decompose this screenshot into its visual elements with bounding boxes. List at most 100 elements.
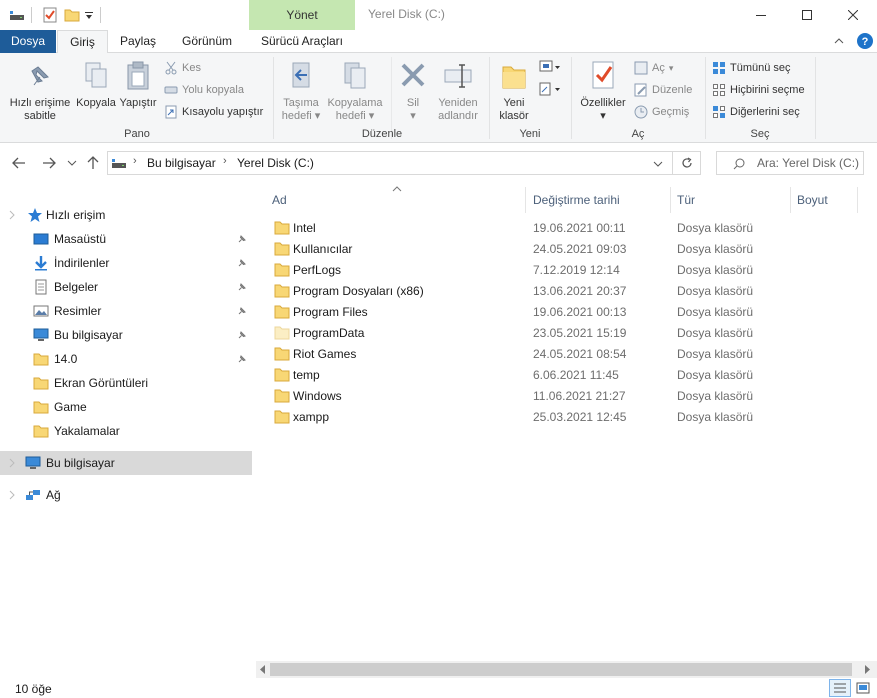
copy-path-button[interactable]: Yolu kopyala <box>164 81 244 99</box>
customize-dropdown-icon[interactable] <box>84 7 94 23</box>
nav-desktop[interactable]: Masaüstü <box>0 227 252 251</box>
open-button[interactable]: Aç ▾ <box>634 59 673 77</box>
horizontal-scrollbar[interactable] <box>256 661 877 678</box>
pin-icon[interactable] <box>237 306 247 316</box>
tab-drive-tools[interactable]: Sürücü Araçları <box>250 30 354 53</box>
drive-icon[interactable] <box>9 7 25 23</box>
file-row[interactable]: Program Dosyaları (x86) 13.06.2021 20:37… <box>252 281 852 302</box>
refresh-button[interactable] <box>673 151 701 175</box>
rename-icon <box>444 64 472 88</box>
large-icons-view-button[interactable] <box>853 679 873 697</box>
nav-this-pc-pinned[interactable]: Bu bilgisayar <box>0 323 252 347</box>
details-view-button[interactable] <box>829 679 851 697</box>
properties-button[interactable]: Özellikler ▾ <box>576 59 630 123</box>
pin-icon[interactable] <box>237 234 247 244</box>
tab-file[interactable]: Dosya <box>0 30 56 53</box>
delete-button[interactable]: Sil ▾ <box>396 59 430 123</box>
folder-icon <box>274 347 290 361</box>
history-button[interactable]: Geçmiş <box>634 103 689 121</box>
address-bar[interactable]: › Bu bilgisayar › Yerel Disk (C:) <box>107 151 673 175</box>
column-separator[interactable] <box>525 187 526 213</box>
expand-chevron-icon[interactable] <box>8 207 16 223</box>
scrollbar-thumb[interactable] <box>270 663 852 676</box>
nav-label: Game <box>54 400 87 414</box>
file-row[interactable]: Program Files 19.06.2021 00:13 Dosya kla… <box>252 302 852 323</box>
nav-folder-captures[interactable]: Yakalamalar <box>0 419 252 443</box>
file-row[interactable]: Windows 11.06.2021 21:27 Dosya klasörü <box>252 386 852 407</box>
nav-network[interactable]: Ağ <box>0 483 252 507</box>
edit-button[interactable]: Düzenle <box>634 81 692 99</box>
nav-pictures[interactable]: Resimler <box>0 299 252 323</box>
column-separator[interactable] <box>670 187 671 213</box>
expand-chevron-icon[interactable] <box>8 487 16 503</box>
forward-arrow-icon[interactable] <box>42 157 56 169</box>
cut-button[interactable]: Kes <box>164 59 201 77</box>
breadcrumb-separator-icon[interactable]: › <box>133 155 137 167</box>
manage-context-tab[interactable]: Yönet <box>249 0 355 30</box>
nav-label: Belgeler <box>54 280 99 294</box>
up-arrow-icon[interactable] <box>87 156 99 170</box>
pin-icon[interactable] <box>237 354 247 364</box>
easy-access-icon[interactable] <box>538 81 562 97</box>
close-button[interactable] <box>830 0 876 30</box>
copy-button[interactable]: Kopyala <box>75 59 117 110</box>
maximize-button[interactable] <box>784 0 830 30</box>
move-to-button[interactable]: Taşıma hedefi ▾ <box>278 59 324 123</box>
nav-folder-screenshots[interactable]: Ekran Görüntüleri <box>0 371 252 395</box>
column-header-date[interactable]: Değiştirme tarihi <box>533 193 620 207</box>
minimize-button[interactable] <box>738 0 784 30</box>
nav-quick-access[interactable]: Hızlı erişim <box>0 203 252 227</box>
pin-icon[interactable] <box>237 282 247 292</box>
file-row[interactable]: Kullanıcılar 24.05.2021 09:03 Dosya klas… <box>252 239 852 260</box>
file-row[interactable]: Riot Games 24.05.2021 08:54 Dosya klasör… <box>252 344 852 365</box>
recent-locations-chevron-icon[interactable] <box>67 159 77 167</box>
tab-home[interactable]: Giriş <box>57 30 108 54</box>
select-all-button[interactable]: Tümünü seç <box>712 59 791 77</box>
file-row[interactable]: temp 6.06.2021 11:45 Dosya klasörü <box>252 365 852 386</box>
breadcrumb-local-disk[interactable]: Yerel Disk (C:) <box>237 156 314 170</box>
rename-button[interactable]: Yeniden adlandır <box>434 59 482 123</box>
collapse-ribbon-icon[interactable] <box>834 36 844 46</box>
file-row[interactable]: xampp 25.03.2021 12:45 Dosya klasörü <box>252 407 852 428</box>
pin-icon[interactable] <box>237 330 247 340</box>
nav-folder-game[interactable]: Game <box>0 395 252 419</box>
paste-shortcut-button[interactable]: Kısayolu yapıştır <box>164 103 263 121</box>
paste-button[interactable]: Yapıştır <box>118 59 158 110</box>
help-icon[interactable]: ? <box>857 33 873 49</box>
expand-chevron-icon[interactable] <box>8 455 16 471</box>
nav-this-pc[interactable]: Bu bilgisayar <box>0 451 252 475</box>
breadcrumb-this-pc[interactable]: Bu bilgisayar <box>147 156 216 170</box>
file-type: Dosya klasörü <box>677 368 754 382</box>
column-separator[interactable] <box>790 187 791 213</box>
nav-documents[interactable]: Belgeler <box>0 275 252 299</box>
breadcrumb-separator-icon[interactable]: › <box>223 155 227 167</box>
select-none-button[interactable]: Hiçbirini seçme <box>712 81 805 99</box>
nav-folder-14[interactable]: 14.0 <box>0 347 252 371</box>
pin-icon[interactable] <box>237 258 247 268</box>
column-header-type[interactable]: Tür <box>677 193 695 207</box>
tab-view[interactable]: Görünüm <box>168 30 246 53</box>
pin-quick-access-button[interactable]: Hızlı erişime sabitle <box>6 59 74 123</box>
file-row[interactable]: Intel 19.06.2021 00:11 Dosya klasörü <box>252 218 852 239</box>
nav-downloads[interactable]: İndirilenler <box>0 251 252 275</box>
scroll-left-icon[interactable] <box>259 665 267 674</box>
new-folder-button[interactable]: Yeni klasör <box>494 59 534 123</box>
move-to-label-line1: Taşıma <box>283 97 319 109</box>
column-separator[interactable] <box>857 187 858 213</box>
file-row[interactable]: ProgramData 23.05.2021 15:19 Dosya klasö… <box>252 323 852 344</box>
address-dropdown-chevron-icon[interactable] <box>653 160 663 168</box>
scroll-right-icon[interactable] <box>863 665 871 674</box>
properties-icon[interactable] <box>42 7 58 23</box>
file-row[interactable]: PerfLogs 7.12.2019 12:14 Dosya klasörü <box>252 260 852 281</box>
column-header-name[interactable]: Ad <box>272 193 287 207</box>
sort-up-chevron-icon <box>392 186 402 192</box>
invert-selection-button[interactable]: Diğerlerini seç <box>712 103 800 121</box>
column-header-size[interactable]: Boyut <box>797 193 828 207</box>
back-arrow-icon[interactable] <box>12 157 26 169</box>
tab-share[interactable]: Paylaş <box>112 30 164 53</box>
search-box[interactable]: Ara: Yerel Disk (C:) <box>716 151 864 175</box>
new-item-icon[interactable] <box>538 59 562 75</box>
new-folder-icon[interactable] <box>64 7 80 23</box>
copy-to-button[interactable]: Kopyalama hedefi ▾ <box>326 59 384 123</box>
document-icon <box>35 279 47 295</box>
